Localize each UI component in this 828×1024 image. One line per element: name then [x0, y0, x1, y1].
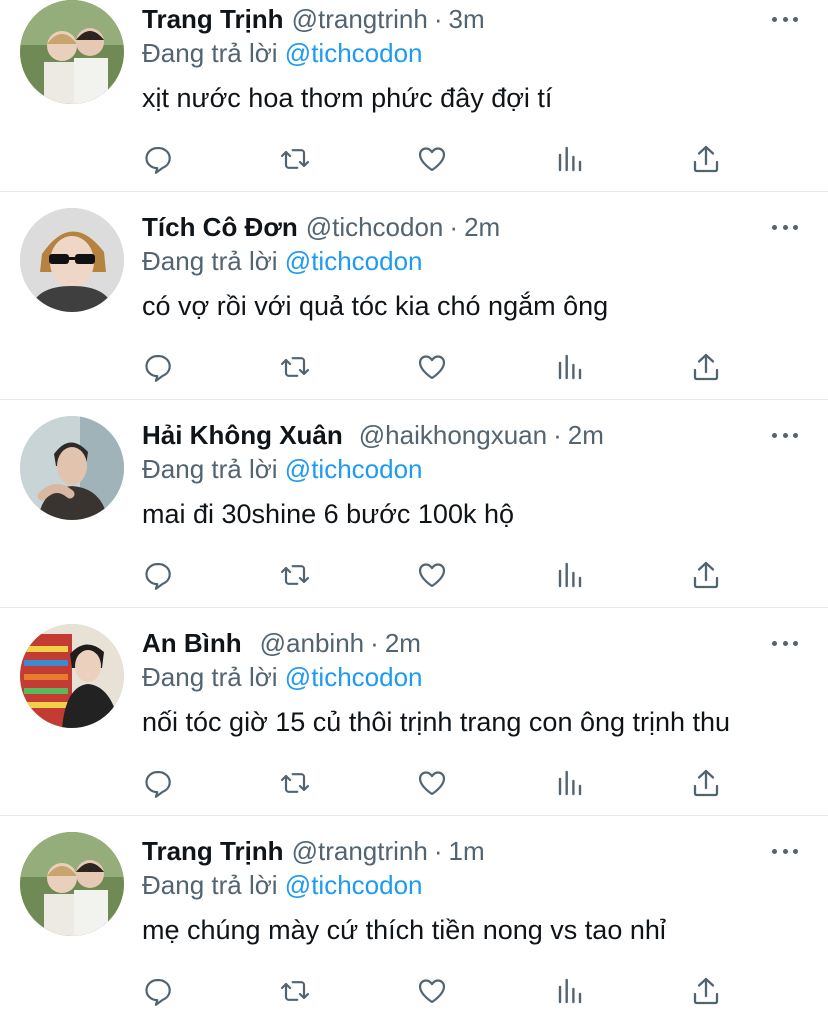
timestamp[interactable]: 2m — [464, 212, 500, 243]
timestamp[interactable]: 3m — [448, 4, 484, 35]
reply-icon[interactable] — [138, 763, 178, 803]
avatar[interactable] — [20, 832, 124, 936]
tweet-text: mai đi 30shine 6 bước 100k hộ — [142, 499, 515, 529]
avatar[interactable] — [20, 416, 124, 520]
separator-dot: · — [433, 835, 443, 866]
user-handle[interactable]: @haikhongxuan — [359, 420, 547, 451]
mention-link[interactable]: @tichcodon — [285, 662, 423, 692]
replying-label: Đang trả lời — [142, 454, 278, 484]
user-handle[interactable]: @trangtrinh — [292, 836, 428, 867]
mention-link[interactable]: @tichcodon — [285, 870, 423, 900]
retweet-icon[interactable] — [275, 347, 315, 387]
like-icon[interactable] — [412, 971, 452, 1011]
mention-link[interactable]: @tichcodon — [285, 246, 423, 276]
avatar[interactable] — [20, 208, 124, 312]
action-bar — [0, 763, 828, 803]
display-name[interactable]: An Bình — [142, 628, 242, 659]
share-icon[interactable] — [686, 139, 726, 179]
tweet[interactable]: Tích Cô Đơn @tichcodon · 2m Đang trả lời… — [0, 192, 828, 400]
display-name[interactable]: Trang Trịnh — [142, 836, 284, 867]
separator-dot: · — [433, 3, 443, 34]
retweet-icon[interactable] — [275, 139, 315, 179]
analytics-icon[interactable] — [550, 971, 590, 1011]
action-bar — [0, 971, 828, 1011]
retweet-icon[interactable] — [275, 763, 315, 803]
like-icon[interactable] — [412, 347, 452, 387]
display-name[interactable]: Tích Cô Đơn — [142, 212, 298, 243]
replying-to: Đang trả lời @tichcodon — [142, 454, 423, 485]
mention-link[interactable]: @tichcodon — [285, 454, 423, 484]
display-name[interactable]: Hải Không Xuân — [142, 420, 343, 451]
more-icon[interactable] — [772, 638, 798, 648]
tweet-header: An Bình @anbinh · 2m — [142, 623, 421, 663]
action-bar — [0, 347, 828, 387]
analytics-icon[interactable] — [550, 763, 590, 803]
tweet[interactable]: Hải Không Xuân @haikhongxuan · 2m Đang t… — [0, 400, 828, 608]
tweet[interactable]: Trang Trịnh @trangtrinh · 1m Đang trả lờ… — [0, 816, 828, 1024]
share-icon[interactable] — [686, 347, 726, 387]
action-bar — [0, 555, 828, 595]
retweet-icon[interactable] — [275, 971, 315, 1011]
action-bar — [0, 139, 828, 179]
retweet-icon[interactable] — [275, 555, 315, 595]
tweet-header: Tích Cô Đơn @tichcodon · 2m — [142, 207, 500, 247]
user-handle[interactable]: @trangtrinh — [292, 4, 428, 35]
more-icon[interactable] — [772, 846, 798, 856]
separator-dot: · — [449, 211, 459, 242]
replying-to: Đang trả lời @tichcodon — [142, 38, 423, 69]
replying-label: Đang trả lời — [142, 246, 278, 276]
mention-link[interactable]: @tichcodon — [285, 38, 423, 68]
analytics-icon[interactable] — [550, 347, 590, 387]
analytics-icon[interactable] — [550, 139, 590, 179]
separator-dot: · — [553, 419, 562, 450]
share-icon[interactable] — [686, 555, 726, 595]
replying-label: Đang trả lời — [142, 662, 278, 692]
replying-to: Đang trả lời @tichcodon — [142, 662, 423, 693]
tweet[interactable]: Trang Trịnh @trangtrinh · 3m Đang trả lờ… — [0, 0, 828, 192]
reply-icon[interactable] — [138, 139, 178, 179]
like-icon[interactable] — [412, 763, 452, 803]
more-icon[interactable] — [772, 14, 798, 24]
like-icon[interactable] — [412, 139, 452, 179]
replying-to: Đang trả lời @tichcodon — [142, 870, 423, 901]
avatar[interactable] — [20, 624, 124, 728]
tweet-text: có vợ rồi với quả tóc kia chó ngắm ông — [142, 291, 609, 321]
share-icon[interactable] — [686, 971, 726, 1011]
replying-to: Đang trả lời @tichcodon — [142, 246, 423, 277]
separator-dot: · — [370, 627, 379, 658]
analytics-icon[interactable] — [550, 555, 590, 595]
tweet-text: xịt nước hoa thơm phức đây đợi tí — [142, 83, 553, 113]
replying-label: Đang trả lời — [142, 870, 278, 900]
reply-icon[interactable] — [138, 555, 178, 595]
tweet-header: Trang Trịnh @trangtrinh · 3m — [142, 0, 485, 39]
like-icon[interactable] — [412, 555, 452, 595]
avatar[interactable] — [20, 0, 124, 104]
tweet[interactable]: An Bình @anbinh · 2m Đang trả lời @tichc… — [0, 608, 828, 816]
tweet-header: Hải Không Xuân @haikhongxuan · 2m — [142, 415, 604, 455]
reply-icon[interactable] — [138, 347, 178, 387]
timestamp[interactable]: 2m — [568, 420, 604, 451]
timestamp[interactable]: 1m — [448, 836, 484, 867]
user-handle[interactable]: @tichcodon — [306, 212, 444, 243]
replying-label: Đang trả lời — [142, 38, 278, 68]
more-icon[interactable] — [772, 430, 798, 440]
tweet-text: nối tóc giờ 15 củ thôi trịnh trang con ô… — [142, 707, 731, 737]
more-icon[interactable] — [772, 222, 798, 232]
display-name[interactable]: Trang Trịnh — [142, 4, 284, 35]
timestamp[interactable]: 2m — [385, 628, 421, 659]
reply-icon[interactable] — [138, 971, 178, 1011]
tweet-text: mẹ chúng mày cứ thích tiền nong vs tao n… — [142, 915, 666, 945]
user-handle[interactable]: @anbinh — [260, 628, 364, 659]
share-icon[interactable] — [686, 763, 726, 803]
tweet-header: Trang Trịnh @trangtrinh · 1m — [142, 831, 485, 871]
